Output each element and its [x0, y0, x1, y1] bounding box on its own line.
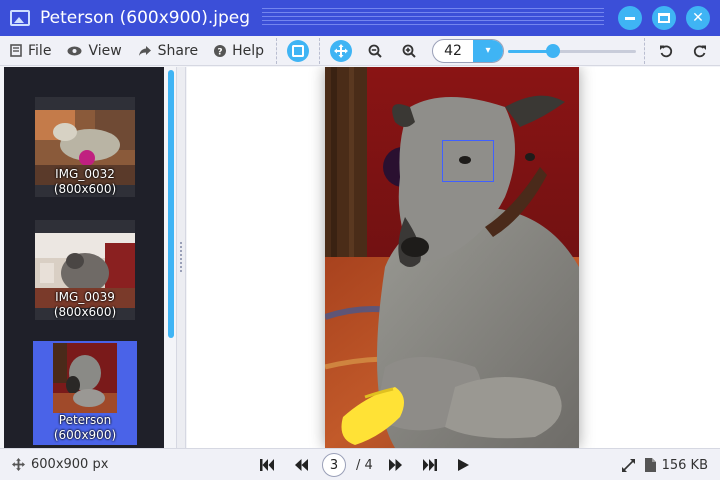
minimize-button[interactable]	[618, 6, 642, 30]
file-icon	[10, 44, 22, 57]
maximize-icon	[658, 13, 670, 23]
document-icon	[644, 458, 656, 472]
image-icon	[10, 10, 30, 26]
thumbnail-size: (800x600)	[53, 305, 117, 319]
thumbnail-item-selected[interactable]: Peterson (600x900)	[33, 341, 137, 445]
image-dimensions-label: 600x900 px	[31, 457, 109, 472]
page-total: / 4	[356, 457, 373, 473]
menu-file[interactable]: File	[2, 36, 59, 66]
thumbnail-caption: IMG_0032 (800x600)	[35, 167, 135, 197]
move-icon	[12, 458, 25, 471]
first-page-button[interactable]	[257, 455, 277, 475]
file-size: 156 KB	[661, 457, 708, 473]
splitter-grip	[180, 242, 182, 272]
zoom-input[interactable]: 42 ▾	[432, 38, 504, 63]
thumbnail-size: (800x600)	[53, 182, 117, 196]
menu-help-label: Help	[232, 42, 264, 59]
rotate-left-button[interactable]	[655, 40, 677, 62]
chevron-down-icon: ▾	[485, 45, 491, 56]
menu-file-label: File	[28, 42, 52, 59]
svg-text:?: ?	[217, 47, 222, 57]
close-icon: ✕	[692, 10, 704, 26]
play-icon	[458, 459, 470, 471]
zoom-slider-thumb[interactable]	[545, 43, 560, 58]
fullscreen-button[interactable]	[619, 455, 639, 475]
zoom-in-button[interactable]	[398, 40, 420, 62]
image-viewer[interactable]	[187, 67, 720, 448]
minimize-icon	[625, 16, 635, 20]
menu-view[interactable]: View	[59, 36, 129, 66]
status-bar: 600x900 px 3 / 4 156 KB	[0, 448, 720, 480]
eye-icon	[67, 46, 82, 55]
menu-share-label: Share	[157, 42, 199, 59]
maximize-button[interactable]	[652, 6, 676, 30]
thumbnail-name: Peterson	[58, 413, 112, 427]
toolbar-divider	[644, 37, 645, 64]
menu-view-label: View	[88, 42, 122, 59]
rotate-right-icon	[693, 44, 706, 57]
image-dimensions: 600x900 px	[12, 457, 108, 472]
sidebar-scrollbar-thumb[interactable]	[168, 70, 174, 338]
thumbnail-image	[53, 343, 117, 413]
thumbnail-name: IMG_0039	[55, 290, 115, 304]
thumbnail-item[interactable]: IMG_0032 (800x600)	[35, 97, 135, 197]
page-navigation: 3 / 4	[250, 449, 481, 480]
move-tool[interactable]	[330, 39, 352, 62]
rotate-left-icon	[660, 44, 673, 57]
panel-splitter[interactable]	[176, 67, 186, 448]
menu-help[interactable]: ? Help	[206, 36, 272, 66]
main-photo[interactable]	[325, 67, 579, 448]
toolbar: File View Share ? Help 42 ▾	[0, 36, 720, 66]
previous-icon	[294, 459, 308, 471]
rotate-right-button[interactable]	[689, 40, 711, 62]
menu-share[interactable]: Share	[130, 36, 206, 66]
fullscreen-icon	[622, 458, 636, 472]
zoom-slider[interactable]	[508, 39, 636, 63]
help-icon: ?	[214, 44, 227, 57]
page-number-input[interactable]: 3	[322, 453, 346, 477]
thumbnail-caption: Peterson (600x900)	[35, 413, 135, 443]
title-bar: Peterson (600x900).jpeg ✕	[0, 0, 720, 36]
last-icon	[422, 459, 437, 471]
thumbnail-sidebar: IMG_0032 (800x600) IMG_0039 (800x600) Pe…	[4, 67, 164, 448]
sidebar-scrollbar[interactable]	[166, 67, 176, 448]
move-icon	[334, 43, 348, 58]
window-title: Peterson (600x900).jpeg	[40, 8, 251, 28]
close-button[interactable]: ✕	[686, 6, 710, 30]
previous-page-button[interactable]	[291, 455, 311, 475]
zoom-dropdown-button[interactable]: ▾	[473, 39, 503, 62]
zoom-value[interactable]: 42	[433, 43, 473, 59]
thumbnail-item[interactable]: IMG_0039 (800x600)	[35, 220, 135, 320]
first-icon	[260, 459, 274, 471]
next-icon	[389, 459, 403, 471]
zoom-in-icon	[402, 44, 416, 58]
title-grip[interactable]	[262, 8, 604, 28]
status-right: 156 KB	[612, 449, 708, 480]
slideshow-button[interactable]	[454, 455, 474, 475]
selection-rectangle[interactable]	[442, 140, 494, 182]
photo-image	[325, 67, 579, 448]
share-icon	[138, 45, 151, 56]
thumbnail-size: (600x900)	[53, 428, 117, 442]
zoom-out-icon	[368, 44, 382, 58]
toolbar-divider	[319, 37, 320, 64]
next-page-button[interactable]	[386, 455, 406, 475]
toolbar-divider	[276, 37, 277, 64]
select-tool[interactable]	[287, 39, 309, 62]
thumbnail-name: IMG_0032	[55, 167, 115, 181]
last-page-button[interactable]	[420, 455, 440, 475]
thumbnail-caption: IMG_0039 (800x600)	[35, 290, 135, 320]
zoom-out-button[interactable]	[364, 40, 386, 62]
select-icon	[292, 44, 304, 57]
